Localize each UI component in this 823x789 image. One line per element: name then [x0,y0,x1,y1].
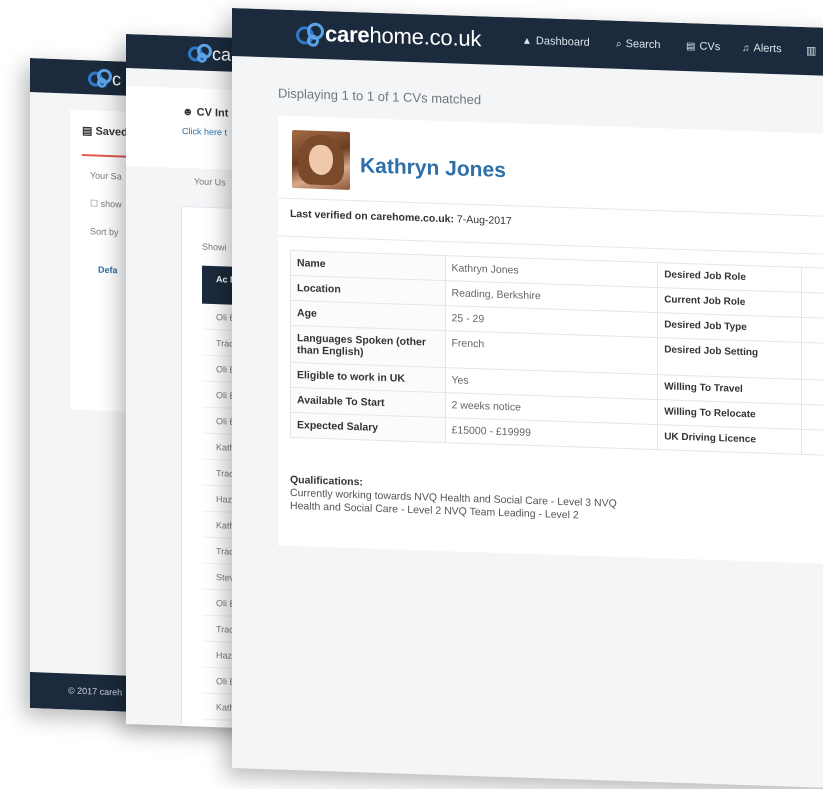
chart-icon[interactable]: ▥ [806,44,816,57]
preference-value [802,429,823,456]
brand-name[interactable]: carehome.co.uk [325,21,481,52]
preference-value [802,379,823,406]
preference-value [802,342,823,381]
nav-alerts[interactable]: ♫Alerts [742,42,782,55]
preference-value [802,267,823,294]
cv-card: Kathryn Jones Last verified on carehome.… [278,116,823,566]
preference-value [802,317,823,344]
users-icon: ☻ [182,106,197,119]
showing-label: Showi [202,242,227,253]
document-icon: ▤ [686,41,695,52]
preference-value [802,292,823,319]
nav-cvs[interactable]: ▤CVs [686,40,720,53]
qualifications: Qualifications: Currently working toward… [290,474,617,524]
tab-your-users[interactable]: Your Us [194,176,226,187]
card-title: ▤ Saved [82,124,128,139]
document-icon: ▤ [82,125,95,138]
sort-by-label: Sort by [90,226,119,237]
show-checkbox[interactable]: ☐ show [90,198,122,210]
preference-label: Desired Job Setting [658,338,802,380]
brand-name: c [112,69,121,90]
top-navbar: carehome.co.uk ▲Dashboard ⌕Search ▤CVs ♫… [232,8,823,77]
nav-dashboard[interactable]: ▲Dashboard [522,35,590,49]
section-title: ☻ CV Int [182,106,228,120]
click-here-link[interactable]: Click here t [182,126,227,138]
avatar [292,130,350,190]
results-count: Displaying 1 to 1 of 1 CVs matched [278,86,481,108]
brand-name: ca [212,44,231,66]
line-1: Your Sa [90,170,122,181]
bell-icon: ♫ [742,43,750,54]
field-label: Languages Spoken (other than English) [291,325,446,367]
nav-search[interactable]: ⌕Search [616,38,660,51]
preference-label: UK Driving Licence [658,425,802,455]
preference-value [802,404,823,431]
front-page: carehome.co.uk ▲Dashboard ⌕Search ▤CVs ♫… [232,8,823,789]
cv-details-table: NameKathryn JonesDesired Job RoleLocatio… [290,250,823,457]
dashboard-icon: ▲ [522,36,532,47]
candidate-name[interactable]: Kathryn Jones [360,154,506,183]
field-label: Expected Salary [291,412,446,442]
last-verified: Last verified on carehome.co.uk: 7-Aug-2… [290,208,512,227]
search-icon: ⌕ [616,39,622,50]
default-option[interactable]: Defa [98,265,118,276]
